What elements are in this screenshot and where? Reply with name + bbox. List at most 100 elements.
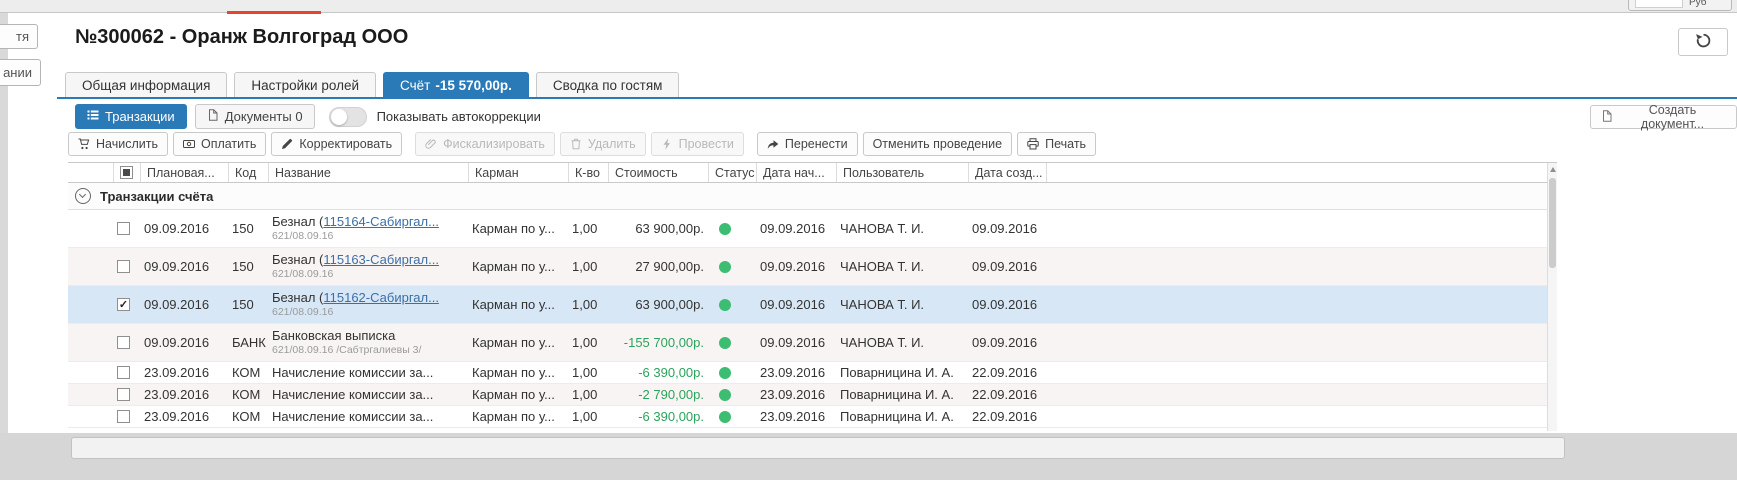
cell-quantity: 1,00: [568, 362, 608, 383]
row-select-cell[interactable]: [113, 362, 140, 383]
header-indent-cell: [68, 163, 113, 182]
cell-name: Банковская выписка621/08.09.16 /Сабтргал…: [268, 324, 468, 361]
row-checkbox[interactable]: [117, 410, 130, 423]
list-icon: [87, 109, 99, 124]
tab-2[interactable]: Настройки ролей: [234, 72, 376, 97]
tab-3[interactable]: Счёт -15 570,00р.: [383, 72, 529, 98]
row-checkbox[interactable]: [117, 388, 130, 401]
column-header-10[interactable]: Дата созд...: [968, 163, 1046, 182]
scroll-up-arrow-icon[interactable]: [1550, 167, 1556, 172]
table-row[interactable]: 09.09.2016БАНКБанковская выписка621/08.0…: [68, 324, 1557, 362]
status-dot-green: [719, 261, 731, 273]
table-row[interactable]: 23.09.2016КОМНачисление комиссии за...Ка…: [68, 406, 1557, 428]
column-header-4[interactable]: Карман: [468, 163, 568, 182]
cell-pocket: Карман по у...: [468, 384, 568, 405]
printer-icon: [1027, 138, 1039, 150]
row-select-cell[interactable]: [113, 286, 140, 323]
toolbar-button-9[interactable]: Печать: [1017, 132, 1096, 156]
transaction-link[interactable]: 115164-Сабиргал...: [323, 214, 439, 229]
sidebar-cut-button-2[interactable]: ании: [0, 59, 41, 86]
column-header-3[interactable]: Название: [268, 163, 468, 182]
sidebar-cut-button-1[interactable]: тя: [0, 24, 38, 49]
cell-start-date: 23.09.2016: [756, 406, 836, 427]
cell-amount: -155 700,00р.: [608, 324, 708, 361]
toolbar-button-2[interactable]: Оплатить: [173, 132, 266, 156]
cell-created-date: 09.09.2016: [968, 286, 1046, 323]
row-checkbox[interactable]: [117, 366, 130, 379]
cell-code: 150: [228, 248, 268, 285]
row-select-cell[interactable]: [113, 406, 140, 427]
row-checkbox[interactable]: [117, 260, 130, 273]
transactions-label: Транзакции: [105, 109, 175, 124]
row-select-cell[interactable]: [113, 210, 140, 247]
transaction-link[interactable]: 115162-Сабиргал...: [323, 290, 439, 305]
grid-header-row: Плановая...КодНазваниеКарманК-воСтоимост…: [68, 162, 1557, 183]
toggle-knob: [331, 109, 347, 125]
tab-1[interactable]: Общая информация: [65, 72, 227, 97]
toolbar-button-1[interactable]: Начислить: [68, 132, 168, 156]
header-filler-cell: [1046, 163, 1557, 182]
row-checkbox[interactable]: [117, 336, 130, 349]
tab-4[interactable]: Сводка по гостям: [536, 72, 680, 97]
row-checkbox[interactable]: [117, 222, 130, 235]
tab-label: Счёт: [400, 78, 430, 93]
horizontal-scrollbar[interactable]: [71, 437, 1565, 459]
documents-button[interactable]: Документы 0: [195, 104, 315, 129]
cell-quantity: 1,00: [568, 248, 608, 285]
banknote-icon: [183, 138, 195, 150]
cell-user: Поварницина И. А.: [836, 406, 968, 427]
cell-status: [708, 384, 756, 405]
select-all-checkbox[interactable]: [120, 166, 133, 179]
autocorrections-toggle[interactable]: [329, 107, 367, 127]
cell-pocket: Карман по у...: [468, 324, 568, 361]
status-dot-green: [719, 389, 731, 401]
status-dot-green: [719, 367, 731, 379]
lightning-icon: [661, 138, 673, 150]
row-checkbox[interactable]: [117, 298, 130, 311]
cell-planned-date: 09.09.2016: [140, 286, 228, 323]
currency-selector[interactable]: Руб: [1628, 0, 1732, 11]
column-header-2[interactable]: Код: [228, 163, 268, 182]
history-button[interactable]: [1678, 28, 1728, 56]
toolbar-button-label: Фискализировать: [443, 137, 545, 151]
toolbar-button-3[interactable]: Корректировать: [271, 132, 402, 156]
column-header-1[interactable]: Плановая...: [140, 163, 228, 182]
table-row[interactable]: 09.09.2016150Безнал (115162-Сабиргал...6…: [68, 286, 1557, 324]
column-header-7[interactable]: Статус: [708, 163, 756, 182]
cell-pocket: Карман по у...: [468, 248, 568, 285]
transaction-name: Банковская выписка: [272, 328, 395, 344]
cell-planned-date: 09.09.2016: [140, 210, 228, 247]
table-row[interactable]: 09.09.2016150Безнал (115164-Сабиргал...6…: [68, 210, 1557, 248]
table-row[interactable]: 23.09.2016КОМНачисление комиссии за...Ка…: [68, 362, 1557, 384]
column-header-5[interactable]: К-во: [568, 163, 608, 182]
currency-input[interactable]: [1635, 0, 1683, 8]
table-row[interactable]: 09.09.2016150Безнал (115163-Сабиргал...6…: [68, 248, 1557, 286]
toolbar-button-8[interactable]: Отменить проведение: [863, 132, 1013, 156]
row-select-cell[interactable]: [113, 248, 140, 285]
tab-amount: -15 570,00р.: [435, 78, 512, 93]
cell-quantity: 1,00: [568, 406, 608, 427]
cell-quantity: 1,00: [568, 384, 608, 405]
toolbar-button-4: Фискализировать: [415, 132, 555, 156]
paperclip-icon: [425, 138, 437, 150]
column-header-6[interactable]: Стоимость: [608, 163, 708, 182]
create-document-button[interactable]: Создать документ...: [1590, 105, 1737, 129]
row-select-cell[interactable]: [113, 324, 140, 361]
toolbar-button-label: Перенести: [785, 137, 848, 151]
column-header-8[interactable]: Дата нач...: [756, 163, 836, 182]
row-select-cell[interactable]: [113, 384, 140, 405]
cell-status: [708, 362, 756, 383]
transaction-link[interactable]: 115163-Сабиргал...: [323, 252, 439, 267]
group-row-account-transactions[interactable]: Транзакции счёта: [68, 183, 1557, 210]
header-select-cell[interactable]: [113, 163, 140, 182]
table-row[interactable]: 23.09.2016КОМНачисление комиссии за...Ка…: [68, 384, 1557, 406]
transactions-button[interactable]: Транзакции: [75, 104, 187, 129]
scrollbar-thumb[interactable]: [1549, 178, 1556, 268]
row-indent-cell: [68, 406, 113, 427]
column-header-9[interactable]: Пользователь: [836, 163, 968, 182]
tab-label: Настройки ролей: [251, 78, 359, 93]
toolbar-button-7[interactable]: Перенести: [757, 132, 858, 156]
cell-created-date: 22.09.2016: [968, 362, 1046, 383]
grid-vertical-scrollbar[interactable]: [1547, 163, 1557, 431]
collapse-group-icon[interactable]: [75, 188, 91, 204]
